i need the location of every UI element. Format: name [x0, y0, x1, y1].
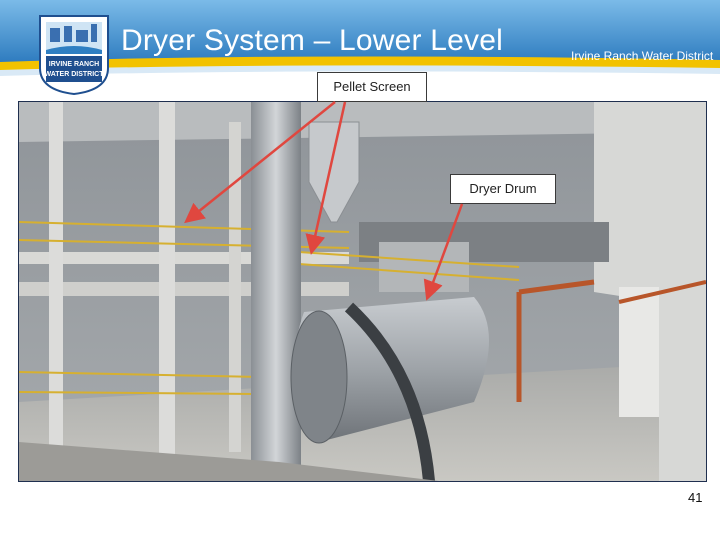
organization-name: Irvine Ranch Water District — [571, 49, 714, 63]
dryer-drum-label: Dryer Drum — [450, 174, 556, 204]
plant-illustration — [19, 102, 706, 481]
dryer-system-photo — [18, 101, 707, 482]
slide-title: Dryer System – Lower Level — [121, 24, 504, 57]
logo-line2: WATER DISTRICT — [45, 71, 105, 78]
pellet-screen-label: Pellet Screen — [317, 72, 427, 102]
page-number: 41 — [688, 490, 703, 505]
logo-line1: IRVINE RANCH — [49, 61, 99, 68]
irwd-logo: IRVINE RANCH WATER DISTRICT — [39, 15, 109, 96]
